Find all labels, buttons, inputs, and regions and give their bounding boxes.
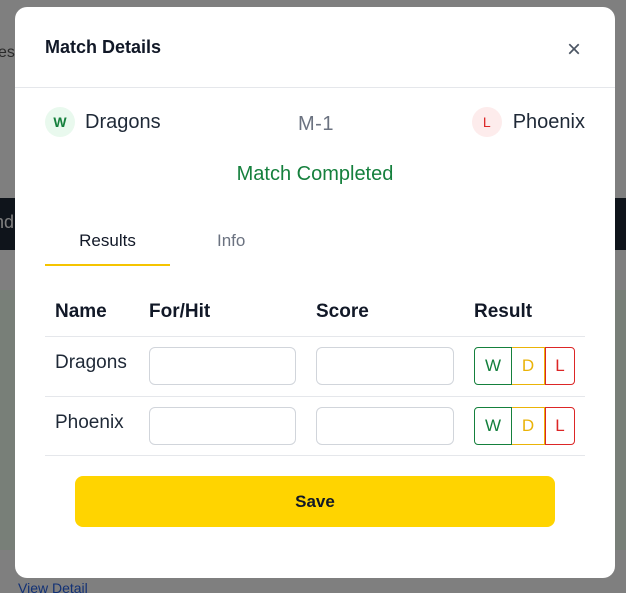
for-hit-input[interactable] [149, 407, 296, 445]
result-draw-button[interactable]: D [512, 347, 545, 385]
column-header-result: Result [474, 301, 533, 322]
save-button[interactable]: Save [75, 476, 555, 527]
modal-title: Match Details [45, 37, 162, 57]
modal-header: Match Details × [15, 7, 615, 88]
away-team-name: Phoenix [512, 110, 585, 133]
score-input[interactable] [316, 407, 454, 445]
result-selector: W D L [474, 347, 575, 385]
close-icon[interactable]: × [563, 38, 585, 62]
active-tab-indicator [45, 264, 170, 266]
match-code: M-1 [298, 113, 334, 135]
tab-info[interactable]: Info [217, 231, 245, 251]
result-win-button[interactable]: W [474, 347, 512, 385]
result-win-button[interactable]: W [474, 407, 512, 445]
row-name-dragons: Dragons [55, 352, 127, 373]
win-badge: W [45, 107, 75, 137]
match-details-modal: Match Details × W Dragons M-1 L Phoenix … [15, 7, 615, 578]
loss-badge: L [471, 107, 502, 137]
score-input[interactable] [316, 347, 454, 385]
row-divider [45, 396, 585, 397]
result-loss-button[interactable]: L [545, 407, 575, 445]
match-status: Match Completed [236, 163, 394, 185]
result-loss-button[interactable]: L [545, 347, 575, 385]
result-selector: W D L [474, 407, 575, 445]
column-header-score: Score [316, 301, 369, 322]
row-name-phoenix: Phoenix [55, 412, 124, 433]
home-team: W Dragons [45, 107, 161, 137]
column-header-for-hit: For/Hit [149, 301, 211, 322]
away-team: L Phoenix [471, 107, 585, 137]
home-team-name: Dragons [85, 110, 161, 133]
tab-results[interactable]: Results [45, 231, 170, 251]
row-divider [45, 455, 585, 456]
column-header-name: Name [55, 301, 107, 322]
result-draw-button[interactable]: D [512, 407, 545, 445]
row-divider [45, 336, 585, 337]
for-hit-input[interactable] [149, 347, 296, 385]
